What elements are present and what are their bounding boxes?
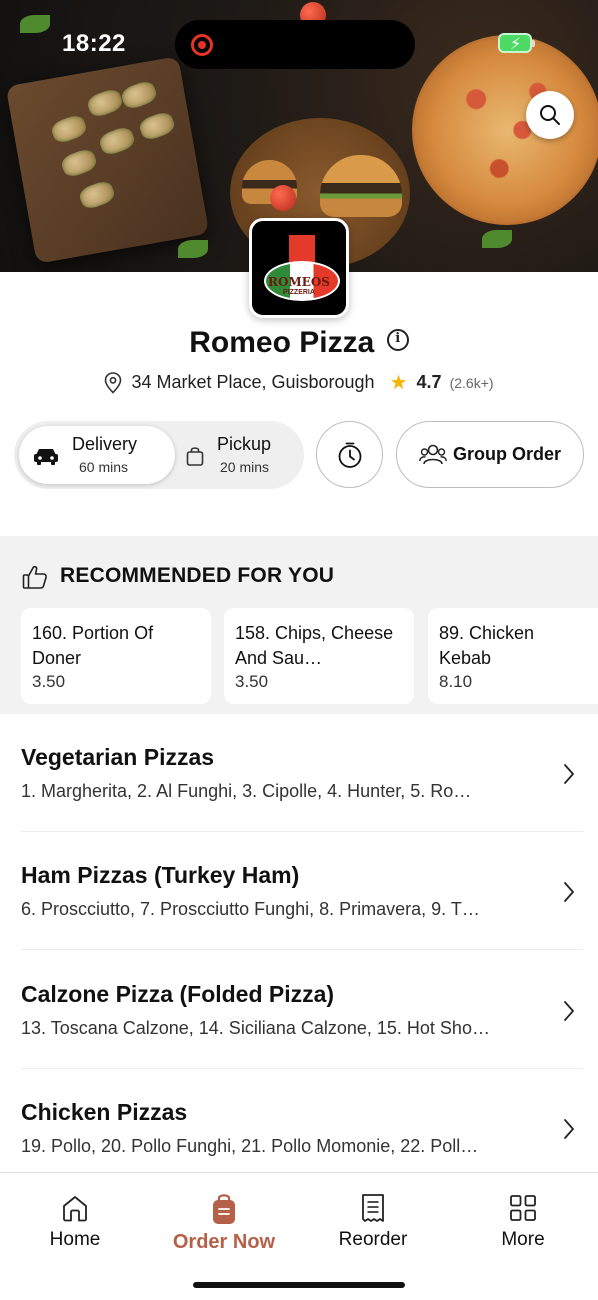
herb [20, 15, 50, 33]
menu-category-title: Chicken Pizzas [21, 1099, 188, 1125]
menu-category-items: 13. Toscana Calzone, 14. Siciliana Calzo… [21, 1018, 490, 1038]
timer-icon [338, 442, 362, 468]
menu-category-row[interactable]: Vegetarian Pizzas 1. Margherita, 2. Al F… [0, 744, 598, 862]
recommended-card[interactable]: 89. Chicken Kebab 8.10 [428, 608, 598, 704]
location-pin-icon [105, 371, 122, 394]
restaurant-name: Romeo Pizza [189, 326, 375, 359]
tab-more[interactable]: More [468, 1193, 578, 1251]
divider [21, 831, 583, 832]
chevron-right-icon [564, 764, 574, 784]
tab-order-now[interactable]: Order Now [169, 1193, 279, 1254]
info-icon[interactable] [386, 329, 409, 351]
tomato [270, 185, 296, 211]
group-icon [419, 444, 447, 465]
delivery-label: Delivery [72, 434, 138, 454]
menu-category-row[interactable]: Chicken Pizzas 19. Pollo, 20. Pollo Fung… [0, 1099, 598, 1171]
restaurant-logo: ROMEOS PIZZERIA [249, 218, 349, 318]
search-button[interactable] [526, 91, 574, 139]
delivery-time: 60 mins [79, 459, 129, 475]
chevron-right-icon [564, 882, 574, 902]
status-time: 18:22 [62, 30, 126, 57]
tab-label: Reorder [338, 1229, 408, 1250]
tab-home[interactable]: Home [20, 1193, 130, 1251]
schedule-button[interactable] [316, 421, 383, 488]
tab-label: Home [49, 1229, 101, 1250]
menu-category-title: Vegetarian Pizzas [21, 744, 215, 770]
bruschetta-board [5, 56, 210, 264]
home-icon [63, 1196, 87, 1222]
recommended-item-price: 3.50 [235, 672, 269, 691]
menu-category-row[interactable]: Calzone Pizza (Folded Pizza) 13. Toscana… [0, 981, 598, 1099]
recommended-item-name: 160. Portion Of Doner [32, 623, 154, 668]
logo-sub: PIZZERIA [283, 289, 315, 296]
rating-count: (2.6k+) [449, 374, 494, 391]
search-icon [540, 105, 560, 125]
menu-category-title: Ham Pizzas (Turkey Ham) [21, 862, 300, 888]
recommended-card[interactable]: 158. Chips, Cheese And Sau… 3.50 [224, 608, 414, 704]
star-icon: ★ [389, 372, 408, 394]
pickup-option[interactable]: Pickup 20 mins [179, 426, 299, 484]
recommended-item-name: 158. Chips, Cheese And Sau… [235, 623, 394, 668]
menu-category-items: 6. Proscciutto, 7. Proscciutto Funghi, 8… [21, 899, 480, 919]
logo-name: ROMEOS [268, 275, 330, 289]
group-order-button[interactable]: Group Order [396, 421, 584, 488]
divider [21, 949, 583, 950]
restaurant-address: 34 Market Place, Guisborough [131, 372, 375, 392]
menu-category-title: Calzone Pizza (Folded Pizza) [21, 981, 335, 1007]
grid-icon [510, 1195, 536, 1221]
recommended-heading: RECOMMENDED FOR YOU [60, 564, 335, 587]
logo-pillar [289, 235, 315, 263]
receipt-icon [362, 1194, 384, 1222]
pizza-image [412, 35, 598, 225]
dynamic-island [175, 20, 415, 69]
tab-reorder[interactable]: Reorder [318, 1193, 428, 1251]
pickup-label: Pickup [217, 434, 272, 454]
group-order-label: Group Order [453, 444, 562, 464]
recording-icon [191, 34, 213, 56]
home-indicator [193, 1282, 405, 1288]
chevron-right-icon [564, 1119, 574, 1139]
herb [178, 240, 208, 258]
recommended-item-price: 3.50 [32, 672, 66, 691]
rating-value: 4.7 [416, 372, 442, 392]
chevron-right-icon [564, 1001, 574, 1021]
recommended-section: RECOMMENDED FOR YOU 160. Portion Of Done… [0, 536, 598, 714]
car-icon [34, 449, 58, 465]
tab-label: Order Now [172, 1231, 276, 1253]
menu-category-items: 1. Margherita, 2. Al Funghi, 3. Cipolle,… [21, 781, 472, 801]
delivery-mode-toggle: Delivery 60 mins Pickup 20 mins [14, 421, 304, 489]
delivery-option[interactable]: Delivery 60 mins [19, 426, 175, 484]
bottom-tab-bar: Home Order Now Reorder More [0, 1172, 598, 1300]
herb [482, 230, 512, 248]
recommended-item-name: 89. Chicken Kebab [439, 623, 535, 668]
battery-icon: ⚡ [498, 33, 535, 53]
thumbs-up-icon [22, 565, 47, 589]
bag-icon [186, 447, 204, 466]
menu-category-row[interactable]: Ham Pizzas (Turkey Ham) 6. Proscciutto, … [0, 862, 598, 980]
divider [21, 1068, 583, 1069]
order-bag-icon [213, 1194, 235, 1224]
menu-category-items: 19. Pollo, 20. Pollo Funghi, 21. Pollo M… [21, 1136, 479, 1156]
recommended-card[interactable]: 160. Portion Of Doner 3.50 [21, 608, 211, 704]
tab-label: More [501, 1229, 545, 1250]
recommended-item-price: 8.10 [439, 672, 473, 691]
pickup-time: 20 mins [220, 459, 270, 475]
